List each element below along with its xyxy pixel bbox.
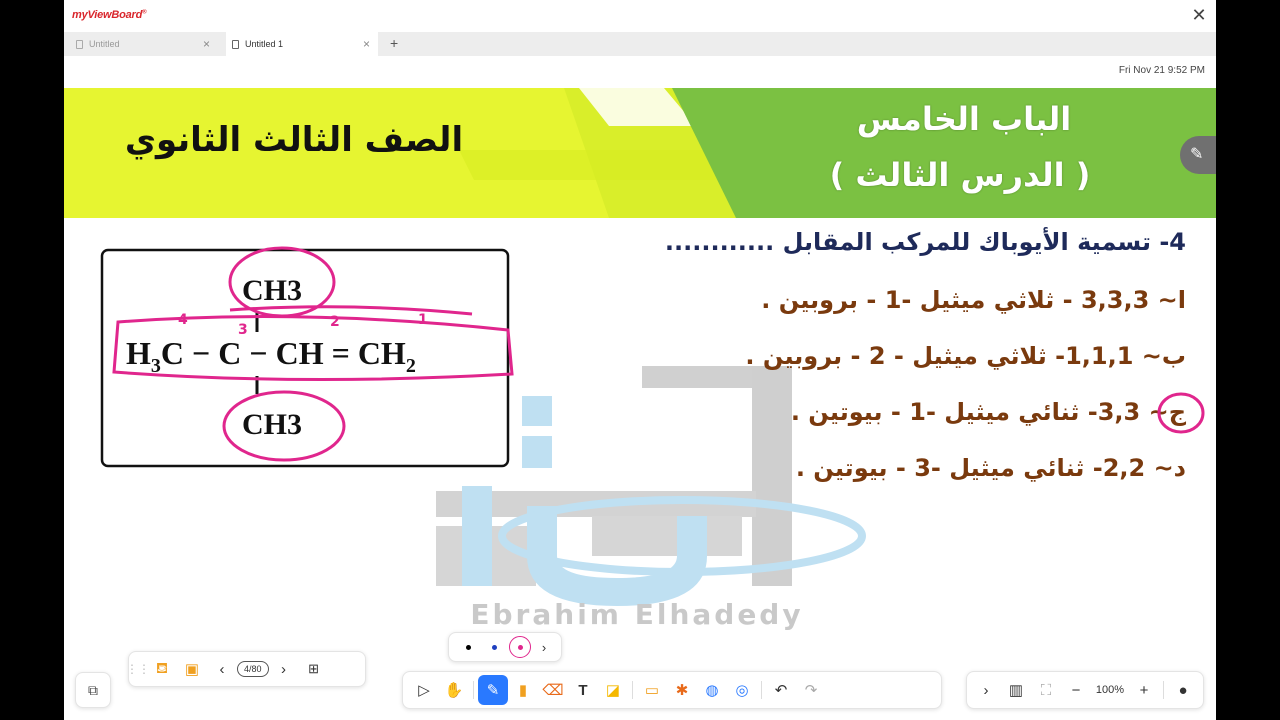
whiteboard-canvas[interactable]: الصف الثالث الثانوي الباب الخامس ( الدرس… <box>64 88 1216 720</box>
highlighter-icon[interactable]: ▮ <box>508 675 538 705</box>
globe-icon[interactable]: ◍ <box>697 675 727 705</box>
pencil-icon: ✎ <box>1190 146 1204 163</box>
next-page-button[interactable]: › <box>269 654 299 684</box>
banner-right-subtitle: ( الدرس الثالث ) <box>829 156 1091 194</box>
main-chain: H3C − C − CH = CH2 <box>126 335 416 377</box>
redo-icon[interactable]: ↷ <box>796 675 826 705</box>
collapse-toolbar-button[interactable]: › <box>971 675 1001 705</box>
hand-icon[interactable]: ✋ <box>439 675 469 705</box>
option-b: ب~ 1,1,1- ثلاثي ميثيل - 2 - بروبين . <box>745 342 1186 370</box>
add-tab-button[interactable]: + <box>390 35 398 51</box>
option-a: ا~ 3,3,3 - ثلاثي ميثيل -1 - بروبين . <box>761 286 1186 314</box>
capture-icon: ⧉ <box>88 681 98 698</box>
sticky-note-icon[interactable]: ◪ <box>598 675 628 705</box>
question-text: 4- تسمية الأيوباك للمركب المقابل .......… <box>664 228 1186 256</box>
app-window: myViewBoard® ✕ Untitled × Untitled 1 × +… <box>64 0 1216 720</box>
svg-text:1: 1 <box>418 312 428 328</box>
zoom-level: 100% <box>1095 684 1125 696</box>
banner-left-title: الصف الثالث الثانوي <box>124 120 464 160</box>
drag-handle-icon[interactable]: ⋮⋮ <box>126 654 150 684</box>
svg-text:3: 3 <box>238 322 248 338</box>
option-c: ج~ 3,3- ثنائي ميثيل -1 - بيوتين . <box>790 398 1186 426</box>
select-icon[interactable]: ▷ <box>409 675 439 705</box>
app-logo: myViewBoard® <box>72 9 147 21</box>
document-icon <box>76 39 83 49</box>
tab-bar: Untitled × Untitled 1 × + <box>64 32 1216 56</box>
zoom-in-button[interactable]: + <box>1129 675 1159 705</box>
zoom-out-button[interactable]: − <box>1061 675 1091 705</box>
top-methyl-group: CH3 <box>242 274 302 307</box>
divider <box>632 681 633 699</box>
option-d: د~ 2,2- ثنائي ميثيل -3 - بيوتين . <box>795 454 1186 482</box>
bottom-methyl-group: CH3 <box>242 408 302 441</box>
page-navigation-toolbar: ⋮⋮ ⛾ ▣ ‹ 4/80 › ⊞ <box>126 651 366 687</box>
toolbox-icon[interactable]: ✱ <box>667 675 697 705</box>
banner-shade <box>459 150 719 180</box>
title-bar: myViewBoard® ✕ <box>64 0 1216 32</box>
pen-icon[interactable]: ✎ <box>478 675 508 705</box>
pen-color-black[interactable] <box>457 636 479 658</box>
pen-color-picker: › <box>448 632 562 662</box>
presentation-icon[interactable]: ⛾ <box>147 654 177 684</box>
main-toolbar: ▷ ✋ ✎ ▮ ⌫ T ◪ ▭ ✱ ◍ ◎ ↶ ↷ <box>402 671 942 709</box>
screenshot-icon[interactable]: ◎ <box>727 675 757 705</box>
tab-label: Untitled 1 <box>245 39 284 49</box>
eraser-icon[interactable]: ⌫ <box>538 675 568 705</box>
map-icon[interactable]: ▥ <box>1001 675 1031 705</box>
fit-screen-icon[interactable]: ⛶ <box>1031 675 1061 705</box>
divider <box>473 681 474 699</box>
folder-icon[interactable]: ▭ <box>637 675 667 705</box>
screen-capture-button[interactable]: ⧉ <box>75 672 111 708</box>
user-icon[interactable]: ● <box>1168 675 1198 705</box>
watermark-text: Ebrahim Elhadedy <box>470 598 804 631</box>
banner-right-title: الباب الخامس <box>856 100 1072 138</box>
answer-circle-annotation <box>1157 392 1205 434</box>
add-page-button[interactable]: ⊞ <box>299 654 329 684</box>
clipboard-icon[interactable]: ▣ <box>177 654 207 684</box>
divider <box>1163 681 1164 699</box>
undo-icon[interactable]: ↶ <box>766 675 796 705</box>
view-toolbar: › ▥ ⛶ − 100% + ● <box>966 671 1204 709</box>
document-icon <box>232 39 239 49</box>
chemical-structure: CH3 H3C − C − CH = CH2 CH3 4 3 2 1 <box>100 246 514 468</box>
svg-text:4: 4 <box>178 312 188 328</box>
divider <box>761 681 762 699</box>
more-colors-button[interactable]: › <box>535 632 553 662</box>
tab-untitled-1[interactable]: Untitled 1 × <box>226 32 378 56</box>
pen-color-blue[interactable] <box>483 636 505 658</box>
close-window-button[interactable]: ✕ <box>1190 6 1208 24</box>
close-tab-icon[interactable]: × <box>203 37 210 51</box>
svg-text:2: 2 <box>330 314 340 330</box>
pen-color-magenta[interactable] <box>509 636 531 658</box>
page-indicator[interactable]: 4/80 <box>237 661 269 677</box>
text-icon[interactable]: T <box>568 675 598 705</box>
tab-label: Untitled <box>89 39 120 49</box>
pen-quick-button[interactable]: ✎ <box>1180 136 1216 174</box>
previous-page-button[interactable]: ‹ <box>207 654 237 684</box>
datetime-label: Fri Nov 21 9:52 PM <box>1118 65 1205 76</box>
close-tab-icon[interactable]: × <box>363 37 370 51</box>
tab-untitled[interactable]: Untitled × <box>70 32 218 56</box>
